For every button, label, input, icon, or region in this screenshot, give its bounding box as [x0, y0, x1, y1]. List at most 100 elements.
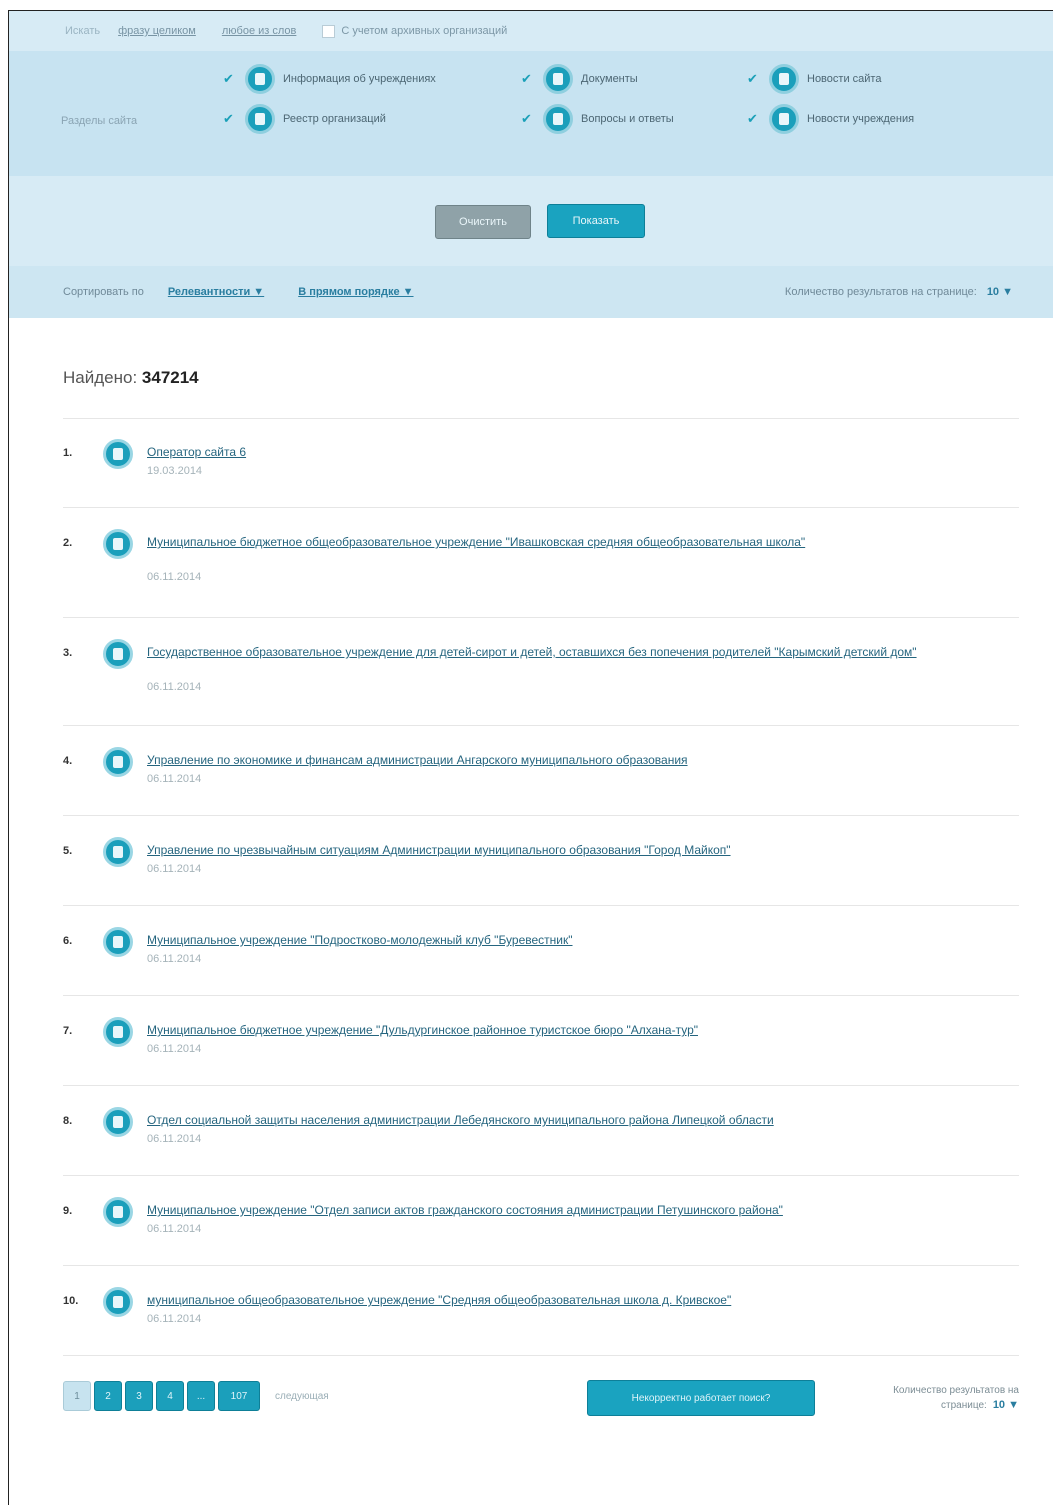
bottom-results-per-page: Количество результатов на странице: 10 ▼: [835, 1384, 1019, 1413]
search-mode-exact-phrase[interactable]: фразу целиком: [118, 25, 196, 37]
divider: [63, 905, 1019, 906]
result-date: 06.11.2014: [147, 773, 202, 785]
section-label: Реестр организаций: [283, 113, 386, 125]
page-3-button[interactable]: 3: [125, 1381, 153, 1411]
pagination: 1 2 3 4 ... 107 следующая: [63, 1381, 329, 1411]
section-documents[interactable]: ✔ Документы: [521, 64, 638, 94]
news-icon: [769, 104, 799, 134]
result-number: 2.: [63, 537, 73, 549]
page-last-button[interactable]: 107: [218, 1381, 260, 1411]
divider: [63, 1175, 1019, 1176]
result-title-link[interactable]: Отдел социальной защиты населения админи…: [147, 1113, 1007, 1127]
sort-by-dropdown[interactable]: Релевантности ▼: [168, 286, 264, 298]
building-icon: [245, 64, 275, 94]
archived-checkbox[interactable]: [322, 24, 336, 38]
page-frame: Искать фразу целиком любое из слов С уче…: [8, 10, 1053, 1505]
result-date: 06.11.2014: [147, 1313, 202, 1325]
organization-icon: [103, 439, 133, 469]
section-label: Документы: [581, 73, 638, 85]
section-label: Вопросы и ответы: [581, 113, 674, 125]
result-number: 6.: [63, 935, 73, 947]
news-icon: [769, 64, 799, 94]
checkmark-icon: ✔: [521, 111, 532, 126]
filter-panel: Искать фразу целиком любое из слов С уче…: [9, 11, 1053, 318]
next-page-link[interactable]: следующая: [275, 1391, 329, 1402]
result-title-link[interactable]: Муниципальное учреждение "Отдел записи а…: [147, 1203, 1007, 1217]
site-sections-label: Разделы сайта: [61, 115, 138, 127]
result-date: 06.11.2014: [147, 863, 202, 875]
checkmark-icon: ✔: [747, 111, 758, 126]
sort-bar: Сортировать по Релевантности ▼ В прямом …: [9, 266, 1053, 318]
result-number: 5.: [63, 845, 73, 857]
result-title-link[interactable]: Муниципальное учреждение "Подростково-мо…: [147, 933, 1007, 947]
question-icon: [543, 104, 573, 134]
result-date: 06.11.2014: [147, 1223, 202, 1235]
organization-icon: [103, 639, 133, 669]
organization-icon: [103, 747, 133, 777]
registry-icon: [245, 104, 275, 134]
result-date: 19.03.2014: [147, 465, 203, 477]
result-date: 06.11.2014: [147, 953, 202, 965]
divider: [63, 815, 1019, 816]
show-button[interactable]: Показать: [547, 204, 645, 238]
results-per-page-label: Количество результатов на странице:: [784, 286, 977, 298]
section-institutions-info[interactable]: ✔ Информация об учреждениях: [223, 64, 436, 94]
divider: [63, 1265, 1019, 1266]
checkmark-icon: ✔: [223, 111, 234, 126]
checkmark-icon: ✔: [521, 71, 532, 86]
result-number: 10.: [63, 1295, 79, 1307]
found-value: 347214: [141, 368, 199, 387]
archived-checkbox-label[interactable]: С учетом архивных организаций: [341, 25, 507, 37]
divider: [63, 507, 1019, 508]
result-title-link[interactable]: Муниципальное бюджетное учреждение "Дуль…: [147, 1023, 1007, 1037]
found-label: Найдено:: [63, 368, 138, 387]
result-date: 06.11.2014: [147, 1043, 202, 1055]
result-title-link[interactable]: Муниципальное бюджетное общеобразователь…: [147, 535, 1007, 549]
divider: [63, 725, 1019, 726]
divider: [63, 1085, 1019, 1086]
divider: [63, 1355, 1019, 1356]
organization-icon: [103, 1287, 133, 1317]
result-number: 7.: [63, 1025, 73, 1037]
result-title-link[interactable]: Управление по экономике и финансам админ…: [147, 753, 1007, 767]
site-sections: Разделы сайта ✔ Информация об учреждения…: [9, 51, 1053, 176]
divider: [63, 995, 1019, 996]
page-4-button[interactable]: 4: [156, 1381, 184, 1411]
search-mode-row: Искать фразу целиком любое из слов С уче…: [9, 11, 1053, 51]
page-ellipsis-button[interactable]: ...: [187, 1381, 215, 1411]
organization-icon: [103, 927, 133, 957]
bottom-results-per-page-dropdown[interactable]: 10 ▼: [993, 1399, 1019, 1411]
result-number: 3.: [63, 647, 73, 659]
section-faq[interactable]: ✔ Вопросы и ответы: [521, 104, 674, 134]
result-title-link[interactable]: муниципальное общеобразовательное учрежд…: [147, 1293, 1007, 1307]
section-registry[interactable]: ✔ Реестр организаций: [223, 104, 386, 134]
result-title-link[interactable]: Управление по чрезвычайным ситуациям Адм…: [147, 843, 1007, 857]
sort-order-dropdown[interactable]: В прямом порядке ▼: [298, 286, 413, 298]
reset-button[interactable]: Очистить: [435, 205, 531, 239]
search-feedback-button[interactable]: Некорректно работает поиск?: [587, 1380, 815, 1416]
checkmark-icon: ✔: [747, 71, 758, 86]
organization-icon: [103, 1017, 133, 1047]
divider: [63, 418, 1019, 419]
result-title-link[interactable]: Государственное образовательное учрежден…: [147, 645, 1007, 659]
section-label: Новости сайта: [807, 73, 882, 85]
result-date: 06.11.2014: [147, 681, 202, 693]
result-number: 8.: [63, 1115, 73, 1127]
results-per-page-dropdown[interactable]: 10 ▼: [987, 286, 1013, 298]
found-count: Найдено: 347214: [63, 368, 199, 388]
section-label: Информация об учреждениях: [283, 73, 436, 85]
section-institution-news[interactable]: ✔ Новости учреждения: [747, 104, 914, 134]
page-1-button[interactable]: 1: [63, 1381, 91, 1411]
organization-icon: [103, 1107, 133, 1137]
section-site-news[interactable]: ✔ Новости сайта: [747, 64, 881, 94]
search-mode-label: Искать: [65, 25, 101, 37]
organization-icon: [103, 529, 133, 559]
result-number: 9.: [63, 1205, 73, 1217]
organization-icon: [103, 1197, 133, 1227]
search-mode-any-word[interactable]: любое из слов: [222, 25, 297, 37]
page-2-button[interactable]: 2: [94, 1381, 122, 1411]
result-date: 06.11.2014: [147, 1133, 202, 1145]
result-title-link[interactable]: Оператор сайта 6: [147, 445, 1007, 459]
divider: [63, 617, 1019, 618]
checkmark-icon: ✔: [223, 71, 234, 86]
